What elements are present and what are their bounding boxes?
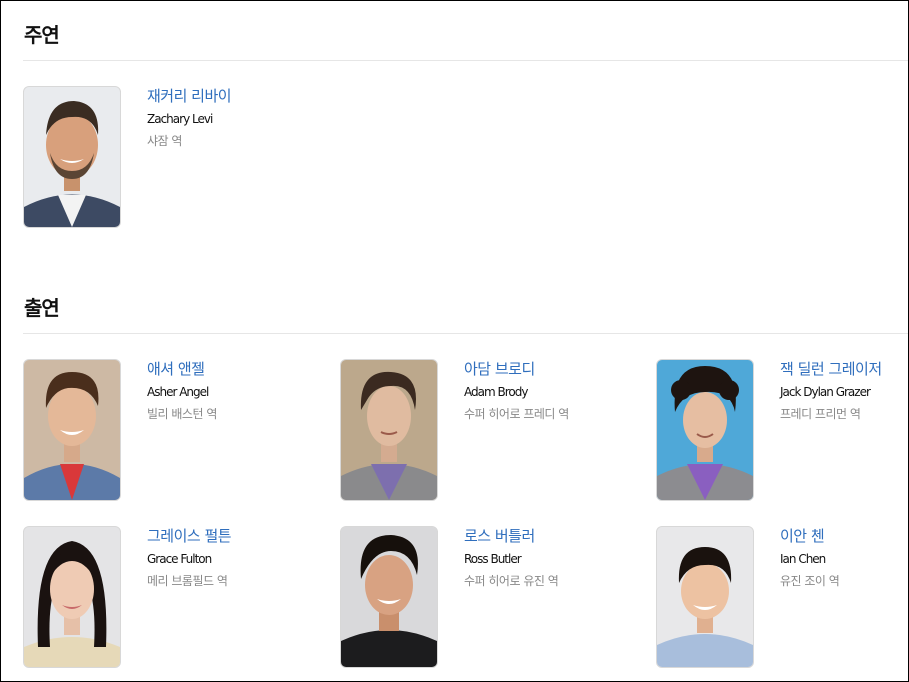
divider	[23, 60, 908, 61]
actor-name-korean[interactable]: 그레이스 펄튼	[147, 526, 232, 546]
actor-photo-asher-angel[interactable]	[23, 359, 121, 501]
actor-name-english: Ross Butler	[464, 552, 522, 566]
actor-name-korean[interactable]: 잭 딜런 그레이저	[780, 359, 882, 379]
actor-name-korean[interactable]: 로스 버틀러	[464, 526, 558, 546]
actor-name-korean[interactable]: 아담 브로디	[464, 359, 569, 379]
actor-name-korean[interactable]: 애셔 앤젤	[147, 359, 217, 379]
cast-card-asher-angel[interactable]: 애셔 앤젤 Asher Angel 빌리 배스턴 역	[23, 359, 333, 504]
actor-name-english: Ian Chen	[780, 552, 826, 566]
actor-name-english: Asher Angel	[147, 385, 209, 399]
actor-role: 프레디 프리먼 역	[780, 407, 861, 421]
divider	[23, 333, 908, 334]
actor-photo-ross-butler[interactable]	[340, 526, 438, 668]
actor-photo-jack-dylan-grazer[interactable]	[656, 359, 754, 501]
cast-card-ross-butler[interactable]: 로스 버틀러 Ross Butler 수퍼 히어로 유진 역	[340, 526, 650, 671]
cast-card-adam-brody[interactable]: 아담 브로디 Adam Brody 수퍼 히어로 프레디 역	[340, 359, 650, 504]
actor-name-english: Jack Dylan Grazer	[780, 385, 871, 399]
actor-photo-zachary-levi[interactable]	[23, 86, 121, 228]
cast-card-jack-dylan-grazer[interactable]: 잭 딜런 그레이저 Jack Dylan Grazer 프레디 프리먼 역	[656, 359, 908, 504]
actor-name-korean[interactable]: 이안 첸	[780, 526, 839, 546]
actor-role: 메리 브롬필드 역	[147, 574, 228, 588]
section-title-lead: 주연	[24, 23, 60, 47]
actor-role: 유진 조이 역	[780, 574, 840, 588]
section-title-supporting: 출연	[24, 296, 60, 320]
cast-card-zachary-levi[interactable]: 재커리 리바이 Zachary Levi 샤잠 역	[23, 86, 333, 231]
actor-name-korean[interactable]: 재커리 리바이	[147, 86, 232, 106]
cast-card-ian-chen[interactable]: 이안 첸 Ian Chen 유진 조이 역	[656, 526, 908, 671]
actor-photo-ian-chen[interactable]	[656, 526, 754, 668]
actor-name-english: Adam Brody	[464, 385, 528, 399]
actor-role: 수퍼 히어로 유진 역	[464, 574, 559, 588]
cast-panel: 주연 재커리 리바이 Zachary Levi 샤잠 역 출연 애셔 앤젤 As…	[0, 0, 909, 682]
actor-role: 빌리 배스턴 역	[147, 407, 217, 421]
actor-name-english: Zachary Levi	[147, 112, 213, 126]
actor-role: 수퍼 히어로 프레디 역	[464, 407, 569, 421]
actor-photo-grace-fulton[interactable]	[23, 526, 121, 668]
cast-card-grace-fulton[interactable]: 그레이스 펄튼 Grace Fulton 메리 브롬필드 역	[23, 526, 333, 671]
actor-name-english: Grace Fulton	[147, 552, 212, 566]
actor-photo-adam-brody[interactable]	[340, 359, 438, 501]
actor-role: 샤잠 역	[147, 134, 182, 148]
